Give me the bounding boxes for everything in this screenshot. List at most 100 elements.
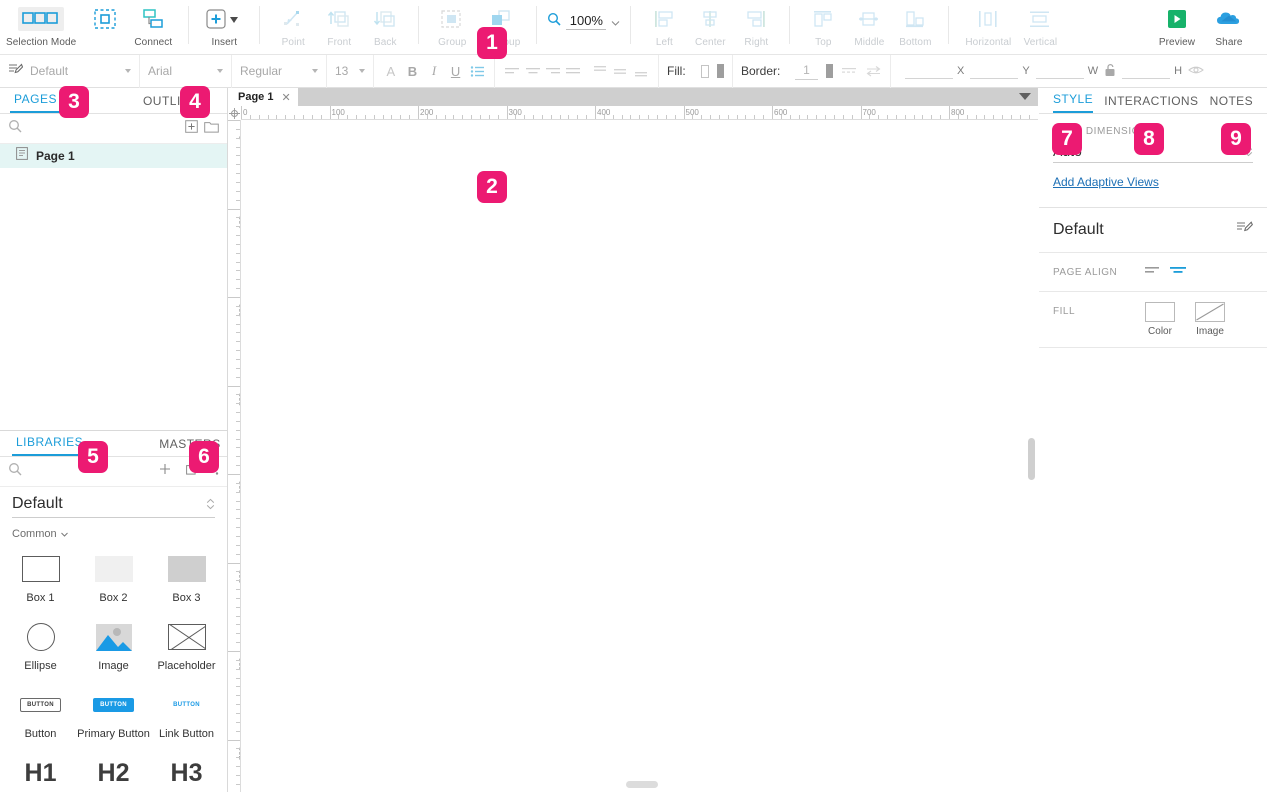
fill-color-swatch[interactable] <box>701 65 709 78</box>
border-arrow-icon[interactable] <box>865 60 882 82</box>
unlocked-padlock-icon[interactable] <box>1104 63 1116 80</box>
border-width-input[interactable]: 1 <box>795 63 817 80</box>
canvas-horizontal-scrollbar[interactable] <box>626 781 658 788</box>
align-text-left-icon[interactable] <box>503 60 521 82</box>
ruler-origin-icon[interactable] <box>228 106 241 120</box>
ruler-v-minor-tick <box>236 465 240 466</box>
connect-button[interactable]: Connect <box>128 0 178 48</box>
ruler-v-minor-tick <box>236 589 240 590</box>
align-text-center-icon[interactable] <box>523 60 541 82</box>
canvas-area[interactable] <box>241 120 1038 792</box>
align-vbottom-icon[interactable] <box>632 60 650 82</box>
x-input[interactable] <box>905 63 953 79</box>
h-input[interactable] <box>1122 63 1170 79</box>
align-vtop-icon[interactable] <box>591 60 609 82</box>
font-family-select[interactable]: Arial <box>140 55 232 88</box>
library-selector[interactable]: Default <box>12 495 215 518</box>
widget-primary-button[interactable]: BUTTON Primary Button <box>77 682 150 740</box>
widget-box-2[interactable]: Box 2 <box>77 546 150 604</box>
chevron-down-icon[interactable] <box>125 69 131 73</box>
underline-icon[interactable]: U <box>447 60 465 82</box>
align-right-button[interactable]: Right <box>733 0 779 48</box>
ruler-v-minor-tick <box>236 492 240 493</box>
add-folder-icon[interactable] <box>204 120 219 138</box>
distribute-horizontal-button[interactable]: Horizontal <box>959 0 1017 48</box>
share-button[interactable]: Share <box>1203 0 1255 48</box>
widget-heading-1[interactable]: H1 <box>4 750 77 792</box>
widget-ellipse[interactable]: Ellipse <box>4 614 77 672</box>
marquee-select-button[interactable] <box>82 0 128 48</box>
library-group-header[interactable]: Common <box>0 524 227 546</box>
add-library-icon[interactable] <box>158 462 172 481</box>
border-color-swatch[interactable] <box>826 64 833 78</box>
interactions-tab[interactable]: INTERACTIONS <box>1104 94 1198 113</box>
align-text-justify-icon[interactable] <box>564 60 582 82</box>
widget-heading-2[interactable]: H2 <box>77 750 150 792</box>
fill-color-option[interactable]: Color <box>1145 302 1175 337</box>
chevron-down-icon[interactable] <box>217 69 223 73</box>
fill-image-icon <box>1195 302 1225 322</box>
fill-opacity-swatch[interactable] <box>717 64 724 78</box>
style-tab[interactable]: STYLE <box>1053 92 1093 113</box>
eye-icon[interactable] <box>1188 64 1204 79</box>
preview-button[interactable]: Preview <box>1151 0 1203 48</box>
add-page-icon[interactable] <box>185 120 198 138</box>
bold-icon[interactable]: B <box>404 60 422 82</box>
search-icon[interactable] <box>8 462 22 481</box>
document-tab-page-1[interactable]: Page 1 ✕ <box>228 88 298 106</box>
send-to-back-button[interactable]: Back <box>362 0 408 48</box>
align-left-button[interactable]: Left <box>641 0 687 48</box>
page-align-center-icon[interactable] <box>1170 263 1187 281</box>
page-align-left-icon[interactable] <box>1145 263 1162 281</box>
ruler-h-minor-tick <box>1011 115 1012 119</box>
distribute-vertical-button[interactable]: Vertical <box>1017 0 1063 48</box>
y-input[interactable] <box>970 63 1018 79</box>
vertical-ruler[interactable]: 0100200300400500600700 <box>228 120 241 792</box>
italic-icon[interactable]: I <box>425 60 443 82</box>
border-style-icon[interactable] <box>841 60 857 82</box>
pages-tab[interactable]: PAGES <box>10 92 61 113</box>
spinner-icon[interactable] <box>206 498 215 510</box>
group-button[interactable]: Group <box>429 0 475 48</box>
edit-style-icon[interactable] <box>1236 220 1253 240</box>
bring-to-front-button[interactable]: Front <box>316 0 362 48</box>
point-button[interactable]: Point <box>270 0 316 48</box>
font-weight-select[interactable]: Regular <box>232 55 327 88</box>
w-input[interactable] <box>1036 63 1084 79</box>
widget-button[interactable]: BUTTON Button <box>4 682 77 740</box>
bullet-list-icon[interactable] <box>468 60 486 82</box>
libraries-tab[interactable]: LIBRARIES <box>12 435 87 456</box>
zoom-chevron-down-icon[interactable] <box>611 13 620 31</box>
zoom-control[interactable]: 100% <box>547 12 620 31</box>
widget-placeholder[interactable]: Placeholder <box>150 614 223 672</box>
align-top-button[interactable]: Top <box>800 0 846 48</box>
tab-overflow-caret-icon[interactable] <box>1019 93 1031 100</box>
ruler-h-minor-tick <box>445 115 446 119</box>
chevron-down-icon[interactable] <box>359 69 365 73</box>
widget-link-button[interactable]: BUTTON Link Button <box>150 682 223 740</box>
align-middle-button[interactable]: Middle <box>846 0 892 48</box>
chevron-down-icon[interactable] <box>312 69 318 73</box>
align-center-button[interactable]: Center <box>687 0 733 48</box>
font-size-select[interactable]: 13 <box>327 55 374 88</box>
widget-style-select[interactable]: Default <box>0 55 140 88</box>
widget-box-1[interactable]: Box 1 <box>4 546 77 604</box>
fill-image-option[interactable]: Image <box>1195 302 1225 337</box>
close-icon[interactable]: ✕ <box>281 91 290 104</box>
align-bottom-button[interactable]: Bottom <box>892 0 938 48</box>
widget-image[interactable]: Image <box>77 614 150 672</box>
zoom-value[interactable]: 100% <box>566 13 606 30</box>
canvas-vertical-scrollbar[interactable] <box>1028 438 1035 480</box>
search-icon[interactable] <box>8 119 22 138</box>
selection-mode-button[interactable]: Selection Mode <box>0 0 82 48</box>
notes-tab[interactable]: NOTES <box>1210 94 1253 113</box>
insert-button[interactable]: Insert <box>199 0 249 48</box>
add-adaptive-views-link[interactable]: Add Adaptive Views <box>1053 175 1159 189</box>
widget-heading-3[interactable]: H3 <box>150 750 223 792</box>
font-color-icon[interactable]: A <box>382 60 400 82</box>
widget-box-3[interactable]: Box 3 <box>150 546 223 604</box>
page-list-item[interactable]: Page 1 <box>0 144 227 168</box>
align-text-right-icon[interactable] <box>544 60 562 82</box>
align-vmiddle-icon[interactable] <box>611 60 629 82</box>
horizontal-ruler[interactable]: 0100200300400500600700800 <box>228 106 1038 120</box>
